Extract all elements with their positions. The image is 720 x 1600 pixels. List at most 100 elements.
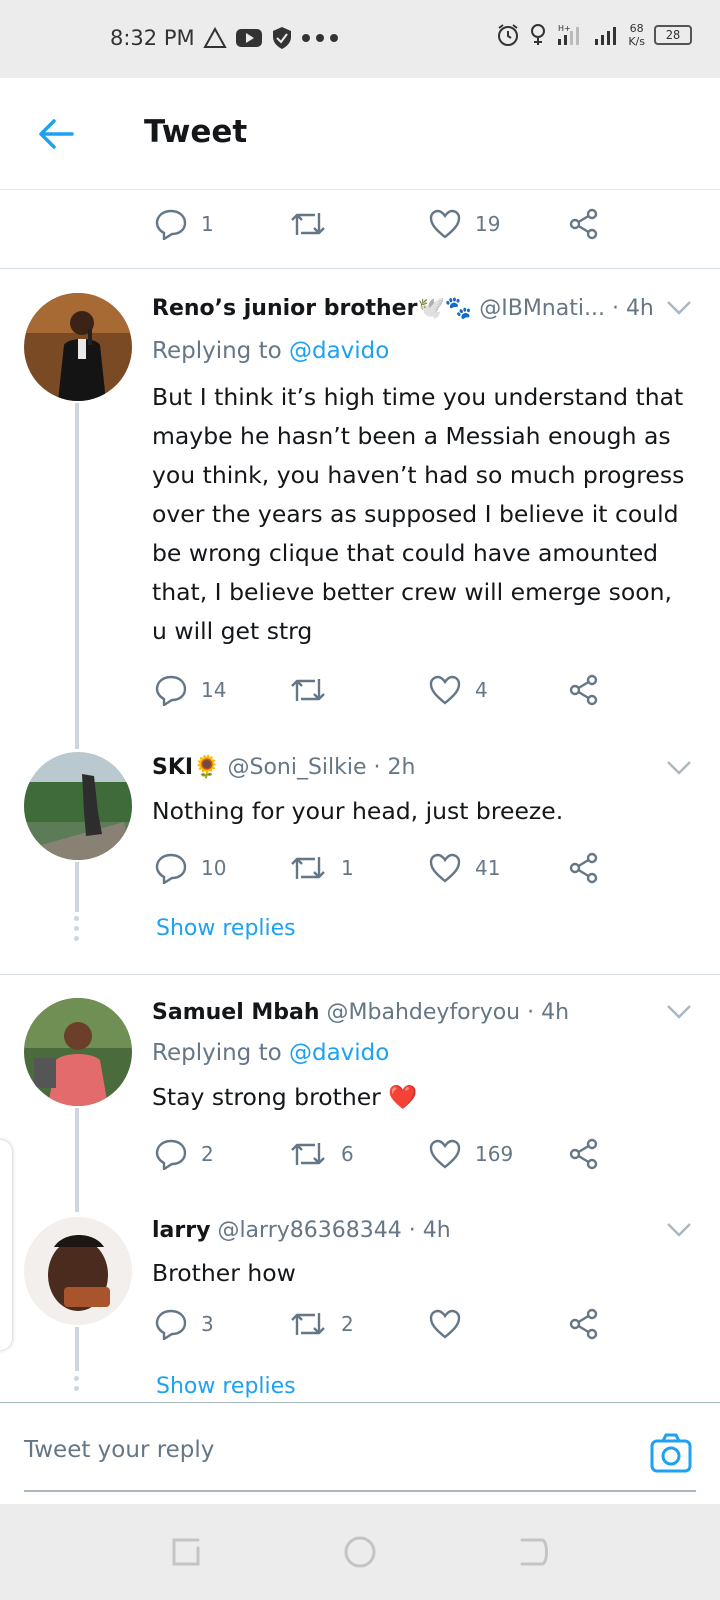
user-handle[interactable]: @Soni_Silkie [227,755,366,780]
share-icon [569,1308,598,1340]
tweet-header: Samuel Mbah @Mbahdeyforyou · 4h [152,1000,569,1025]
avatar[interactable] [24,752,132,860]
camera-icon[interactable] [650,1433,692,1473]
tweet-text: Brother how [152,1259,296,1287]
reply-button[interactable]: 2 [155,1138,214,1170]
replying-prefix: Replying to [152,1040,282,1066]
share-button[interactable] [568,852,600,884]
reply-input[interactable]: Tweet your reply [24,1437,214,1463]
reply-icon [155,675,187,706]
tweet-time: · 4h [408,1218,451,1243]
reply-button[interactable]: 10 [155,852,226,884]
retweet-icon [291,857,325,879]
retweet-count: 2 [341,1312,354,1336]
tweet-text: Nothing for your head, just breeze. [152,797,564,825]
show-replies-link[interactable]: Show replies [156,1374,296,1399]
retweet-button[interactable]: 6 [289,1139,354,1169]
tweet-time: · 4h [527,1000,570,1025]
reply-count: 14 [201,678,227,702]
reply-count: 1 [201,212,214,236]
retweet-button[interactable]: 1 [289,853,354,883]
reply-button[interactable]: 3 [155,1308,214,1340]
retweet-icon [291,679,325,701]
signal-icon [595,27,617,45]
retweet-button[interactable] [289,209,341,239]
system-nav-bar [0,1504,720,1600]
home-icon[interactable] [342,1534,378,1570]
heart-icon [429,675,461,705]
tweet-header: Reno’s junior brother🕊️🐾 @IBMnati... · 4… [152,296,654,321]
recent-apps-icon[interactable] [168,1534,204,1570]
reply-icon [155,1139,187,1170]
user-handle[interactable]: @larry86368344 [217,1218,401,1243]
reply-bar: Tweet your reply [0,1402,720,1502]
reply-count: 10 [201,856,227,880]
chevron-down-icon[interactable] [666,1004,692,1020]
like-button[interactable]: 4 [429,675,488,705]
signal-icon: H+ [558,24,580,45]
show-replies-link[interactable]: Show replies [156,916,296,941]
replying-to-link[interactable]: @davido [289,338,389,364]
location-icon [531,24,546,45]
share-button[interactable] [568,674,600,706]
reply-icon [155,209,187,240]
battery-level: 28 [665,28,681,42]
user-name[interactable]: larry [152,1218,210,1243]
user-handle[interactable]: @Mbahdeyforyou [327,1000,521,1025]
app-header: Tweet [0,78,720,190]
share-button[interactable] [568,1138,600,1170]
tweet-header: larry @larry86368344 · 4h [152,1218,451,1243]
reply-count: 3 [201,1312,214,1336]
retweet-icon [291,1313,325,1335]
share-button[interactable] [568,208,600,240]
retweet-icon [291,1143,325,1165]
tweet-text: Stay strong brother ❤️ [152,1083,418,1111]
like-button[interactable]: 169 [429,1139,513,1169]
replying-to-link[interactable]: @davido [289,1040,389,1066]
status-bar: 8:32 PM H+ 68 K/s 28 [0,0,720,78]
heart-icon [429,1309,461,1339]
battery-icon: 28 [654,25,692,45]
chevron-down-icon[interactable] [666,1222,692,1238]
retweet-icon [291,213,325,235]
back-arrow-icon[interactable] [36,114,76,154]
like-button[interactable]: 19 [429,209,500,239]
alarm-icon [498,24,519,46]
retweet-button[interactable]: 2 [289,1309,354,1339]
avatar[interactable] [24,1217,132,1325]
edge-panel-handle[interactable] [0,1140,12,1350]
share-icon [569,1138,598,1170]
svg-text:H+: H+ [558,24,571,33]
avatar[interactable] [24,998,132,1106]
user-handle[interactable]: @IBMnati... [479,296,605,321]
user-name[interactable]: Reno’s junior brother🕊️🐾 [152,296,472,321]
chevron-down-icon[interactable] [666,760,692,776]
retweet-button[interactable] [289,675,341,705]
reply-icon [155,1309,187,1340]
avatar[interactable] [24,293,132,401]
like-count: 169 [475,1142,514,1166]
user-name[interactable]: SKI🌻 [152,755,220,780]
youtube-icon [235,29,262,47]
like-button[interactable] [429,1309,475,1339]
status-right: H+ 68 K/s 28 [496,22,692,48]
reply-button[interactable]: 1 [155,208,214,240]
thread-dots [74,1376,80,1396]
thread-line [75,1327,79,1371]
reply-button[interactable]: 14 [155,674,226,706]
like-button[interactable]: 41 [429,853,500,883]
shield-icon [272,27,291,49]
retweet-count: 6 [341,1142,354,1166]
share-icon [569,674,598,706]
share-button[interactable] [568,1308,600,1340]
tweet-text: But I think it’s high time you understan… [152,383,685,645]
like-count: 4 [475,678,488,702]
share-icon [569,208,598,240]
user-name[interactable]: Samuel Mbah [152,1000,320,1025]
network-speed: 68 K/s [628,22,645,48]
chevron-down-icon[interactable] [666,300,692,316]
reply-icon [155,853,187,884]
divider [0,974,720,975]
back-icon[interactable] [516,1534,552,1570]
speed-value: 68 [629,22,644,35]
